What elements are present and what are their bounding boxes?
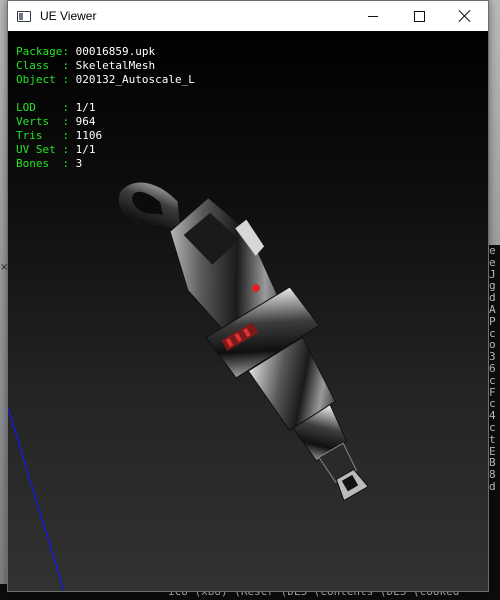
lod-row: LOD : 1/1 [16,101,195,115]
console-line: t [489,432,496,446]
3d-viewport[interactable]: Package: 00016859.upk Class : SkeletalMe… [8,31,488,591]
minimize-icon [368,15,378,17]
maximize-button[interactable] [396,1,442,31]
close-icon [459,10,471,22]
uvset-value: 1/1 [75,143,96,156]
bones-value: 3 [75,157,83,170]
package-row: Package: 00016859.upk [16,45,195,59]
bones-row: Bones : 3 [16,157,195,171]
window-title: UE Viewer [40,9,97,23]
background-console-window: eeJgdAPco36cFc4ctEB8d [488,245,500,600]
skeletal-mesh [117,181,369,502]
console-line: c [489,373,496,387]
tris-label: Tris : [16,129,69,142]
lod-value: 1/1 [75,101,96,114]
object-label: Object : [16,73,69,86]
class-row: Class : SkeletalMesh [16,59,195,73]
uvset-row: UV Set : 1/1 [16,143,195,157]
console-line: e [489,255,496,269]
object-value: 020132_Autoscale_L [75,73,195,86]
console-line: 6 [489,361,496,375]
maximize-icon [413,10,425,22]
tris-row: Tris : 1106 [16,129,195,143]
verts-label: Verts : [16,115,69,128]
console-line: A [489,302,496,316]
object-row: Object : 020132_Autoscale_L [16,73,195,87]
minimize-button[interactable] [350,1,396,31]
tris-value: 1106 [75,129,103,142]
title-bar[interactable]: UE Viewer [8,1,488,31]
axis-line [8,407,65,591]
ue-viewer-window: UE Viewer Package: 00016859.upk Class: … [7,0,489,592]
console-line: c [489,420,496,434]
package-label: Package: [16,45,69,58]
console-line: d [489,479,496,493]
bones-label: Bones : [16,157,69,170]
verts-value: 964 [75,115,96,128]
console-line: P [489,314,496,328]
mesh-info-overlay: Package: 00016859.upk Class : SkeletalMe… [16,45,195,171]
package-value: 00016859.upk [75,45,156,58]
class-label: Class : [16,59,69,72]
verts-row: Verts : 964 [16,115,195,129]
app-icon [17,10,31,22]
uvset-label: UV Set : [16,143,69,156]
class-value: SkeletalMesh [75,59,156,72]
close-button[interactable] [442,1,488,31]
lod-label: LOD : [16,101,69,114]
